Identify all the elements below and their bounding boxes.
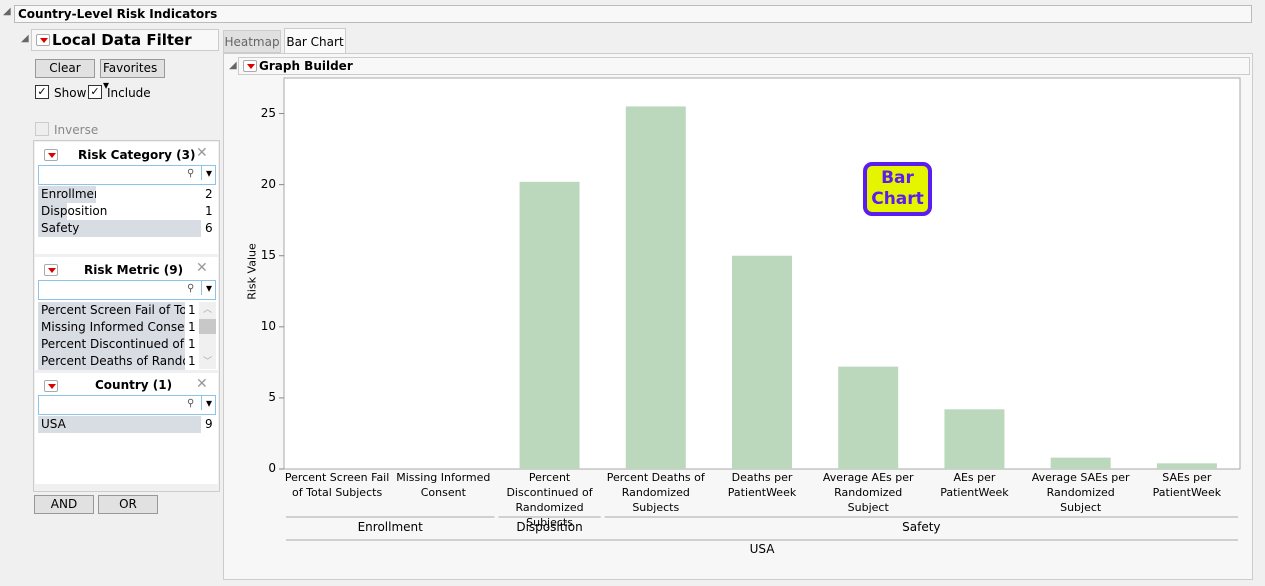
bar[interactable] bbox=[944, 409, 1005, 469]
bar[interactable] bbox=[732, 255, 792, 469]
bar-chart-badge: Bar Chart bbox=[863, 162, 932, 216]
x-tick-label: Average SAEs per Randomized Subject bbox=[1031, 471, 1130, 514]
bar[interactable] bbox=[625, 106, 686, 469]
badge-text: Bar Chart bbox=[871, 168, 924, 209]
y-tick-label: 20 bbox=[260, 176, 276, 191]
y-tick-label: 5 bbox=[268, 389, 276, 404]
bar[interactable] bbox=[1050, 457, 1111, 469]
x-tick-label: Percent Screen Fail of Total Subjects bbox=[284, 471, 390, 499]
group-label: Safety bbox=[902, 520, 941, 534]
x-tick-label: SAEs per PatientWeek bbox=[1152, 471, 1222, 499]
y-tick-label: 0 bbox=[268, 461, 276, 475]
y-tick-label: 10 bbox=[260, 318, 276, 333]
x-tick-label: Deaths per PatientWeek bbox=[727, 471, 797, 499]
bar[interactable] bbox=[1156, 463, 1217, 469]
bar[interactable] bbox=[519, 181, 580, 469]
group-label: Disposition bbox=[516, 520, 583, 534]
x-tick-label: Average AEs per Randomized Subject bbox=[822, 471, 914, 514]
outer-group-label: USA bbox=[749, 542, 775, 556]
bar[interactable] bbox=[838, 366, 899, 469]
group-label: Enrollment bbox=[357, 520, 423, 534]
x-tick-label: Percent Deaths of Randomized Subjects bbox=[606, 471, 705, 514]
y-tick-label: 15 bbox=[260, 247, 276, 262]
x-tick-label: Missing Informed Consent bbox=[396, 471, 491, 499]
x-tick-label: AEs per PatientWeek bbox=[940, 471, 1009, 499]
y-tick-label: 25 bbox=[260, 105, 276, 120]
